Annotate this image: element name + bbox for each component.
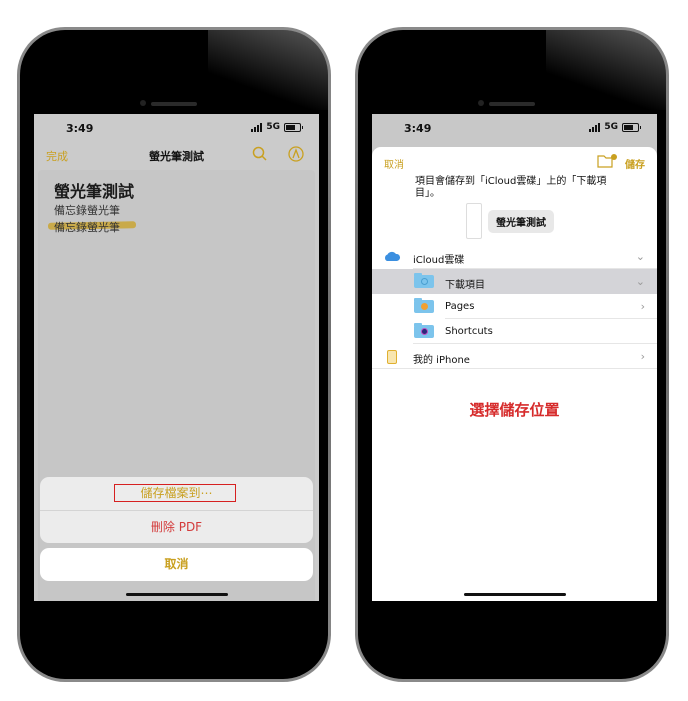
chevron-down-icon[interactable]: ⌄ (636, 250, 645, 263)
location-label: 下載項目 (445, 280, 485, 291)
location-row-iphone[interactable]: 我的 iPhone › (372, 344, 657, 369)
status-time: 3:49 (66, 122, 94, 135)
front-camera (140, 100, 146, 106)
document-picker: 取消 儲存 項目會儲存到「iCloud雲碟」上的「下載項目」。 螢光筆測試 iC… (372, 147, 657, 601)
save-to-files-button[interactable]: 儲存檔案到⋯ (40, 477, 313, 511)
annotation-caption: 選擇儲存位置 (469, 401, 560, 419)
note-title: 螢光筆測試 (54, 182, 135, 201)
delete-pdf-button[interactable]: 刪除 PDF (40, 511, 313, 543)
location-row-downloads[interactable]: 下載項目 ⌄ (372, 269, 657, 294)
new-folder-icon[interactable] (597, 153, 619, 168)
markup-pen-icon[interactable] (287, 145, 305, 163)
chevron-right-icon[interactable]: › (641, 300, 645, 313)
location-label: Shortcuts (445, 326, 493, 337)
glare (546, 30, 666, 110)
earpiece-speaker (489, 102, 535, 106)
file-thumbnail (466, 203, 482, 239)
note-text-line: 備忘錄螢光筆 (54, 204, 120, 217)
picker-cancel-button[interactable]: 取消 (384, 156, 404, 171)
shortcuts-folder-icon (414, 323, 434, 338)
phone-frame-right: 3:49 5G 取消 儲存 項目會儲存到「iCloud雲碟」上的「下載項目」。 … (355, 27, 669, 682)
signal-icon (251, 122, 263, 132)
nav-title: 螢光筆測試 (149, 150, 204, 163)
glare (208, 30, 328, 110)
phone-frame-left: 3:49 5G 完成 螢光筆測試 螢光筆測試 備忘錄螢光筆 備忘錄螢光筆 儲存檔… (17, 27, 331, 682)
front-camera (478, 100, 484, 106)
status-bar: 3:49 5G (372, 114, 657, 140)
notes-screen: 3:49 5G 完成 螢光筆測試 螢光筆測試 備忘錄螢光筆 備忘錄螢光筆 儲存檔… (34, 114, 319, 601)
status-time: 3:49 (404, 122, 432, 135)
network-label: 5G (266, 122, 280, 132)
status-bar: 3:49 5G (34, 114, 319, 140)
action-sheet: 儲存檔案到⋯ 刪除 PDF (40, 477, 313, 543)
note-text-line-highlighted: 備忘錄螢光筆 (54, 221, 120, 234)
battery-icon (622, 122, 641, 132)
file-name-field[interactable]: 螢光筆測試 (488, 210, 554, 233)
location-label: 我的 iPhone (413, 355, 470, 366)
battery-icon (284, 122, 303, 132)
phone-bezel: 3:49 5G 取消 儲存 項目會儲存到「iCloud雲碟」上的「下載項目」。 … (358, 30, 666, 679)
notes-navbar: 完成 螢光筆測試 (34, 140, 319, 168)
location-label: iCloud雲碟 (413, 255, 465, 266)
network-label: 5G (604, 122, 618, 132)
iphone-icon (387, 350, 397, 364)
earpiece-speaker (151, 102, 197, 106)
chevron-down-icon[interactable]: ⌄ (636, 275, 645, 288)
search-icon[interactable] (251, 145, 269, 163)
home-indicator[interactable] (125, 593, 228, 596)
signal-icon (589, 122, 601, 132)
downloads-folder-icon (414, 273, 434, 288)
pages-folder-icon (414, 298, 434, 313)
home-indicator[interactable] (463, 593, 566, 596)
location-row-icloud[interactable]: iCloud雲碟 ⌄ (372, 244, 657, 269)
chevron-right-icon[interactable]: › (641, 350, 645, 363)
location-row-shortcuts[interactable]: Shortcuts (372, 319, 657, 344)
location-label: Pages (445, 301, 475, 312)
cancel-button[interactable]: 取消 (40, 548, 313, 581)
annotation-box (114, 484, 236, 502)
location-row-pages[interactable]: Pages › (372, 294, 657, 319)
picker-save-button[interactable]: 儲存 (625, 156, 645, 171)
files-picker-screen: 3:49 5G 取消 儲存 項目會儲存到「iCloud雲碟」上的「下載項目」。 … (372, 114, 657, 601)
save-destination-message: 項目會儲存到「iCloud雲碟」上的「下載項目」。 (415, 176, 607, 199)
phone-bezel: 3:49 5G 完成 螢光筆測試 螢光筆測試 備忘錄螢光筆 備忘錄螢光筆 儲存檔… (20, 30, 328, 679)
divider (372, 368, 657, 369)
icloud-icon (385, 251, 401, 261)
